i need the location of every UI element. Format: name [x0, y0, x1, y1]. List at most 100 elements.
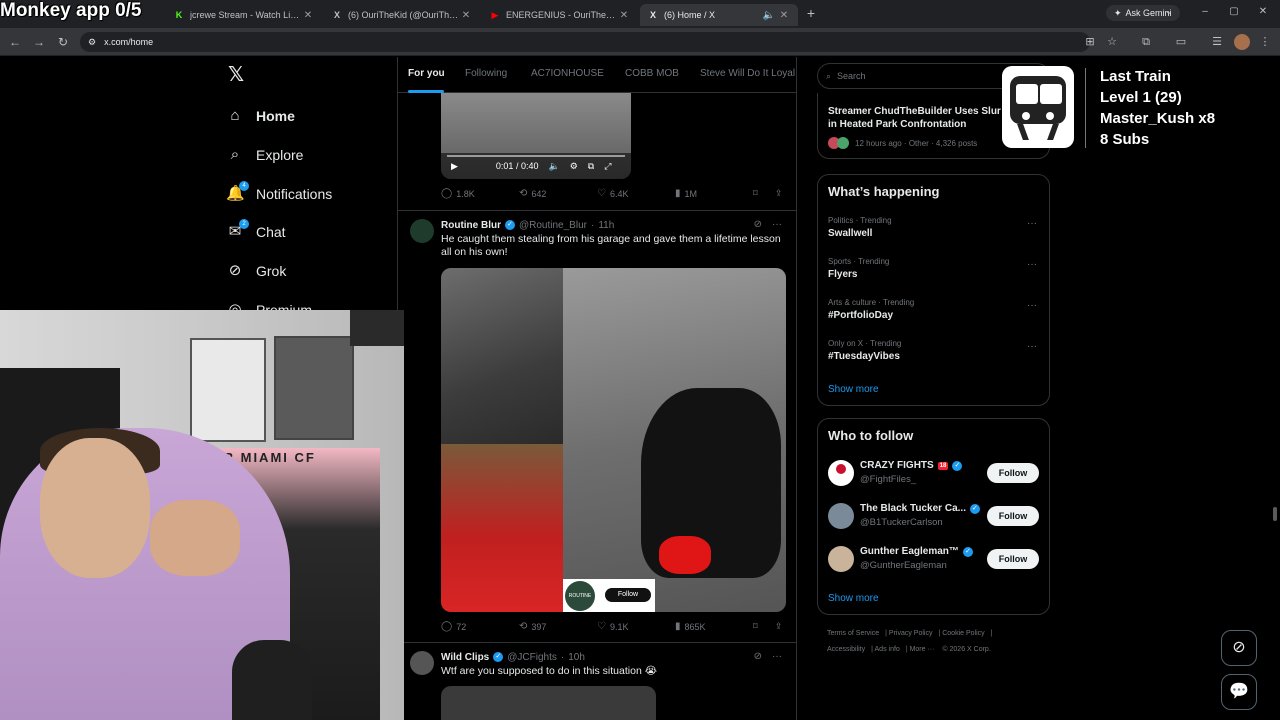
avatar-gunther[interactable]	[828, 546, 854, 572]
more-icon[interactable]: ···	[1027, 300, 1037, 311]
media-follow-button[interactable]: Follow	[605, 588, 651, 602]
nav-item-grok[interactable]: ⊘ Grok	[226, 258, 287, 284]
bookmark-icon[interactable]: ⌑	[753, 621, 758, 632]
browser-tab-youtube[interactable]: ▶ ENERGENIUS - OuriTheKid (Offi ✕	[482, 4, 638, 26]
video-player[interactable]: ▶ 0:01 / 0:40 🔈 ⚙ ⧉ ⤢	[441, 93, 631, 179]
more-icon[interactable]: ···	[1027, 259, 1037, 270]
settings-icon[interactable]: ⚙	[570, 161, 578, 172]
minimize-icon[interactable]: –	[1198, 6, 1212, 17]
more-icon[interactable]: ···	[1027, 218, 1037, 229]
trend-tuesdayvibes[interactable]: #TuesdayVibes	[828, 351, 900, 362]
back-icon[interactable]: ←	[7, 34, 23, 50]
more-icon[interactable]: ···	[772, 219, 782, 230]
nav-item-home[interactable]: ⌂ Home	[226, 103, 294, 129]
author-name[interactable]: Routine Blur	[441, 220, 501, 231]
profile-avatar[interactable]	[1234, 34, 1250, 50]
repost-button[interactable]: ⟲ 397	[519, 621, 546, 632]
show-more-trends[interactable]: Show more	[828, 384, 879, 395]
nav-item-explore[interactable]: ⌕ Explore	[226, 142, 304, 168]
close-tab-icon[interactable]: ✕	[618, 10, 630, 21]
site-info-icon[interactable]: ⚙	[88, 37, 96, 48]
avatar-black-tucker[interactable]	[828, 503, 854, 529]
footer-link[interactable]: More ···	[910, 646, 935, 653]
bookmark-icon[interactable]: ⌑	[753, 188, 758, 199]
tab-cobb-mob[interactable]: COBB MOB	[625, 68, 679, 79]
tab-search-icon[interactable]: ⌄	[1162, 6, 1176, 17]
volume-icon[interactable]: 🔈	[548, 161, 559, 172]
grok-icon[interactable]: ⊘	[754, 219, 762, 230]
tab-following[interactable]: Following	[465, 68, 507, 79]
share-icon[interactable]: ⇪	[775, 621, 783, 632]
close-tab-icon[interactable]: ✕	[302, 10, 314, 21]
follow-button[interactable]: Follow	[987, 463, 1039, 483]
grok-icon[interactable]: ⊘	[754, 651, 762, 662]
like-button[interactable]: ♡ 9.1K	[597, 621, 628, 632]
author-handle[interactable]: @Routine_Blur	[519, 220, 587, 231]
video-progress-bar[interactable]	[447, 155, 625, 157]
close-window-icon[interactable]: ✕	[1256, 6, 1270, 17]
browser-tab-x-home[interactable]: X (6) Home / X 🔈 ✕	[640, 4, 798, 26]
post-time[interactable]: 11h	[598, 220, 614, 231]
footer-link[interactable]: Terms of Service	[827, 630, 879, 637]
menu-kebab-icon[interactable]: ⋮	[1258, 35, 1272, 49]
maximize-icon[interactable]: ▢	[1227, 6, 1241, 17]
browser-tab-ouri[interactable]: X (6) OuriTheKid (@OuriTheKid) / ✕	[324, 4, 480, 26]
footer-link[interactable]: Ads info	[875, 646, 900, 653]
trend-swallwell[interactable]: Swallwell	[828, 228, 872, 239]
share-icon[interactable]: ⇪	[775, 188, 783, 199]
grok-fab-button[interactable]: ⊘	[1221, 630, 1257, 666]
views-button[interactable]: ▮ 865K	[675, 621, 706, 632]
nav-item-notifications[interactable]: 🔔 4 Notifications	[226, 181, 332, 207]
address-bar[interactable]: ⚙ x.com/home	[80, 32, 1090, 52]
tab-steve-will-do-it[interactable]: Steve Will Do It Loyal	[700, 68, 795, 79]
reply-button[interactable]: ◯ 1.8K	[441, 188, 475, 199]
trend-flyers[interactable]: Flyers	[828, 269, 857, 280]
x-logo[interactable]: 𝕏	[226, 65, 246, 85]
footer-link[interactable]: Accessibility	[827, 646, 865, 653]
scrollbar-thumb[interactable]	[1273, 507, 1277, 521]
split-view-icon[interactable]: ▭	[1174, 35, 1188, 49]
footer-link[interactable]: Privacy Policy	[889, 630, 933, 637]
reading-list-icon[interactable]: ☰	[1210, 35, 1224, 49]
forward-icon[interactable]: →	[31, 34, 47, 50]
messages-fab-button[interactable]: 💬	[1221, 674, 1257, 710]
author-name[interactable]: Wild Clips	[441, 652, 489, 663]
pip-icon[interactable]: ⧉	[588, 161, 594, 172]
trend-portfolioday[interactable]: #PortfolioDay	[828, 310, 893, 321]
repost-button[interactable]: ⟲ 642	[519, 188, 546, 199]
post-time[interactable]: 10h	[568, 652, 585, 663]
reload-icon[interactable]: ↻	[55, 34, 71, 50]
show-more-follow[interactable]: Show more	[828, 593, 879, 604]
post-media[interactable]	[441, 686, 656, 720]
follow-suggestion-name[interactable]: The Black Tucker Ca... ✓	[860, 503, 980, 514]
fullscreen-icon[interactable]: ⤢	[604, 161, 611, 172]
footer-link[interactable]: Cookie Policy	[942, 630, 984, 637]
avatar-wild-clips[interactable]	[410, 651, 434, 675]
install-icon[interactable]: ⊞	[1083, 35, 1097, 49]
views-button[interactable]: ▮ 1M	[675, 188, 697, 199]
extensions-icon[interactable]: ⧉	[1139, 35, 1153, 49]
reply-button[interactable]: ◯ 72	[441, 621, 466, 632]
follow-suggestion-name[interactable]: Gunther Eagleman™ ✓	[860, 546, 973, 557]
train-line-subs: 8 Subs	[1100, 131, 1150, 148]
avatar-routine-blur[interactable]	[410, 219, 434, 243]
follow-suggestion-name[interactable]: CRAZY FIGHTS 18 ✓	[860, 460, 963, 471]
follow-button[interactable]: Follow	[987, 549, 1039, 569]
more-icon[interactable]: ···	[1027, 341, 1037, 352]
author-handle[interactable]: @JCFights	[507, 652, 557, 663]
follow-button[interactable]: Follow	[987, 506, 1039, 526]
browser-tab-kick[interactable]: K jcrewe Stream - Watch Live on ✕	[166, 4, 322, 26]
mute-tab-icon[interactable]: 🔈	[760, 10, 778, 21]
post-media[interactable]: ROUTINE BLUR Follow	[441, 268, 786, 612]
avatar-crazy-fights[interactable]	[828, 460, 854, 486]
tab-ac7ionhouse[interactable]: AC7IONHOUSE	[531, 68, 604, 79]
close-tab-icon[interactable]: ✕	[460, 10, 472, 21]
close-tab-icon[interactable]: ✕	[778, 10, 790, 21]
like-button[interactable]: ♡ 6.4K	[597, 188, 628, 199]
new-tab-button[interactable]: +	[804, 5, 818, 21]
bookmark-star-icon[interactable]: ☆	[1105, 35, 1119, 49]
nav-item-chat[interactable]: ✉ 2 Chat	[226, 219, 286, 245]
more-icon[interactable]: ···	[772, 651, 782, 662]
play-icon[interactable]: ▶	[451, 161, 458, 172]
tab-for-you[interactable]: For you	[408, 68, 445, 79]
